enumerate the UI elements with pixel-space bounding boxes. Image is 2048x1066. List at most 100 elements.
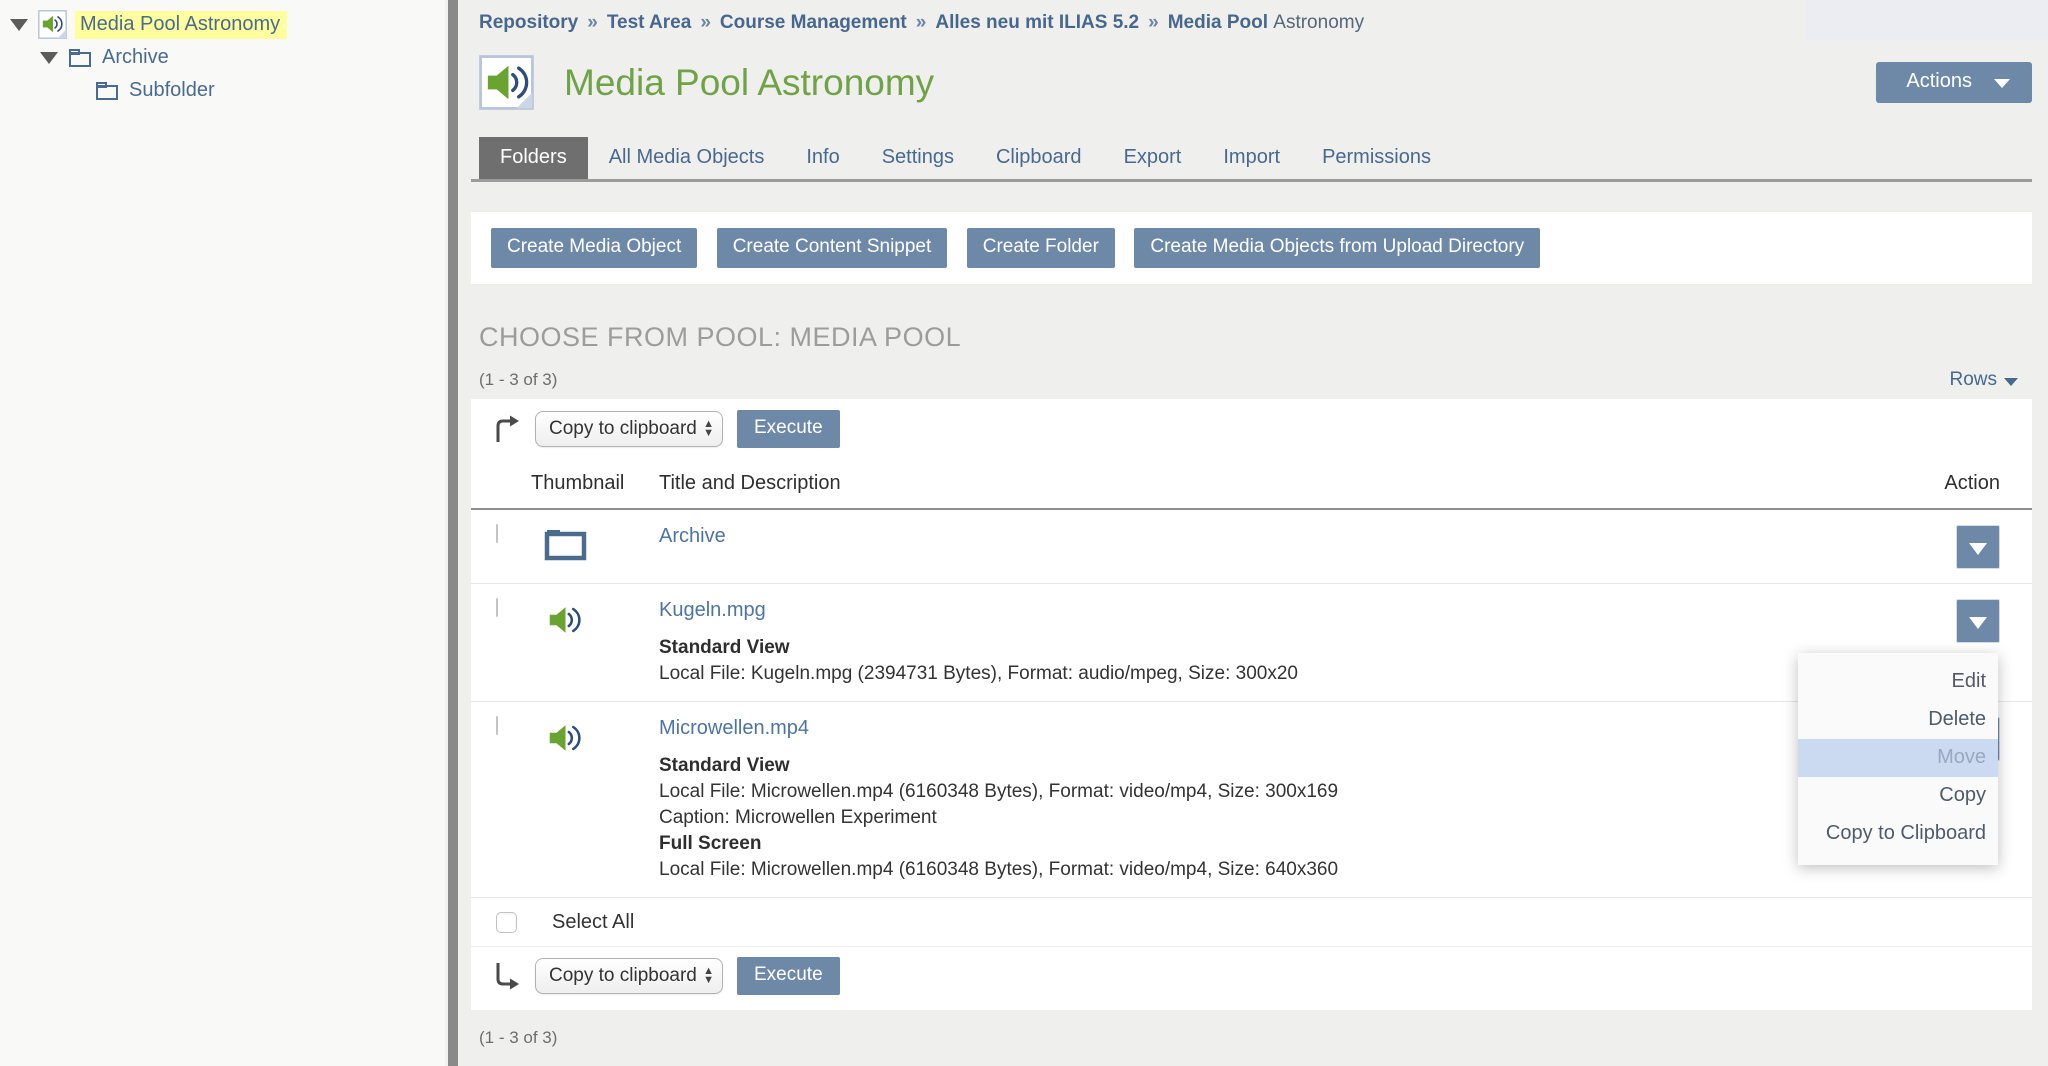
breadcrumb-separator: » — [1148, 12, 1159, 33]
arrow-up-right-icon — [491, 413, 521, 445]
tree-collapse-caret-icon[interactable] — [40, 52, 58, 64]
tree-item-label[interactable]: Subfolder — [129, 79, 215, 102]
media-pool-icon — [38, 10, 67, 39]
tab-import[interactable]: Import — [1202, 137, 1301, 179]
header-strip — [1806, 0, 2048, 40]
breadcrumb-current: Astronomy — [1273, 12, 1364, 33]
tab-clipboard[interactable]: Clipboard — [975, 137, 1103, 179]
bulk-action-select-value: Copy to clipboard — [549, 418, 697, 440]
breadcrumb-link[interactable]: Test Area — [607, 12, 691, 33]
create-folder-button[interactable]: Create Folder — [967, 228, 1115, 268]
breadcrumb-current-bold: Media Pool — [1168, 12, 1268, 33]
execute-button[interactable]: Execute — [737, 410, 840, 448]
menu-item-copy[interactable]: Copy — [1798, 777, 1998, 815]
folder-icon — [543, 525, 588, 562]
breadcrumb-link[interactable]: Repository — [479, 12, 578, 33]
row-details: Standard View Local File: Kugeln.mpg (23… — [659, 635, 1908, 687]
bulk-actions-bottom: Copy to clipboard ▲▼ Execute — [471, 947, 2032, 1010]
folder-icon — [68, 47, 93, 69]
tree-collapse-caret-icon[interactable] — [10, 19, 28, 31]
menu-item-delete[interactable]: Delete — [1798, 701, 1998, 739]
create-toolbar: Create Media Object Create Content Snipp… — [471, 212, 2032, 284]
tree-item-subfolder[interactable]: Subfolder — [0, 74, 445, 107]
bulk-action-select[interactable]: Copy to clipboard ▲▼ — [535, 411, 723, 447]
select-stepper-icon: ▲▼ — [703, 420, 714, 438]
media-object-icon — [541, 717, 587, 759]
menu-item-move[interactable]: Move — [1798, 739, 1998, 777]
row-title-link[interactable]: Microwellen.mp4 — [659, 717, 809, 740]
media-pool-icon — [479, 55, 534, 110]
page-header: Media Pool Astronomy Actions — [479, 55, 2032, 110]
chevron-down-icon — [1994, 79, 2010, 88]
tab-info[interactable]: Info — [785, 137, 860, 179]
breadcrumb: Repository » Test Area » Course Management » A… — [479, 12, 2032, 34]
actions-button-label: Actions — [1906, 70, 1972, 93]
select-all-checkbox[interactable] — [496, 912, 517, 933]
detail-line: Local File: Microwellen.mp4 (6160348 Byt… — [659, 779, 1908, 805]
row-title-link[interactable]: Archive — [659, 525, 726, 548]
tree-item-label[interactable]: Media Pool Astronomy — [75, 11, 287, 39]
repository-tree: Media Pool Astronomy Archive Subfolder — [0, 0, 445, 1066]
tab-permissions[interactable]: Permissions — [1301, 137, 1452, 179]
create-media-object-button[interactable]: Create Media Object — [491, 228, 697, 268]
pool-table: Copy to clipboard ▲▼ Execute Thumbnail T… — [471, 399, 2032, 1010]
detail-line: Standard View — [659, 635, 1908, 661]
detail-line: Standard View — [659, 753, 1908, 779]
rows-menu[interactable]: Rows — [1949, 369, 2018, 391]
tab-settings[interactable]: Settings — [861, 137, 975, 179]
result-range: (1 - 3 of 3) — [479, 370, 1949, 390]
column-thumbnail: Thumbnail — [531, 472, 659, 495]
tab-bar: Folders All Media Objects Info Settings … — [471, 137, 2032, 182]
detail-line: Local File: Kugeln.mpg (2394731 Bytes), … — [659, 661, 1908, 687]
breadcrumb-separator: » — [700, 12, 711, 33]
tree-scrollbar-thumb[interactable] — [448, 0, 458, 1066]
arrow-down-right-icon — [491, 960, 521, 992]
rows-menu-label: Rows — [1949, 369, 1997, 391]
chevron-down-icon — [1969, 617, 1987, 629]
breadcrumb-link[interactable]: Course Management — [720, 12, 907, 33]
create-content-snippet-button[interactable]: Create Content Snippet — [717, 228, 948, 268]
action-context-menu: Edit Delete Move Copy Copy to Clipboard — [1798, 653, 1998, 865]
tree-scrollbar[interactable] — [445, 0, 459, 1066]
detail-line: Local File: Microwellen.mp4 (6160348 Byt… — [659, 857, 1908, 883]
menu-item-copy-to-clipboard[interactable]: Copy to Clipboard — [1798, 815, 1998, 853]
breadcrumb-separator: » — [587, 12, 598, 33]
tab-all-media-objects[interactable]: All Media Objects — [588, 137, 786, 179]
breadcrumb-link[interactable]: Alles neu mit ILIAS 5.2 — [935, 12, 1139, 33]
select-all-row: Select All — [471, 898, 2032, 947]
row-details: Standard View Local File: Microwellen.mp… — [659, 753, 1908, 883]
tree-item-archive[interactable]: Archive — [0, 41, 445, 74]
table-header-row: Thumbnail Title and Description Action — [471, 457, 2032, 510]
main-content: Repository » Test Area » Course Management » A… — [459, 0, 2048, 1066]
select-stepper-icon: ▲▼ — [703, 967, 714, 985]
table-row: Archive — [471, 510, 2032, 584]
row-action-button[interactable] — [1956, 525, 2000, 569]
select-all-label: Select All — [552, 911, 634, 934]
row-checkbox[interactable] — [496, 716, 498, 735]
detail-line: Full Screen — [659, 831, 1908, 857]
page-title: Media Pool Astronomy — [564, 62, 1876, 104]
row-action-button[interactable] — [1956, 599, 2000, 643]
execute-button[interactable]: Execute — [737, 957, 840, 995]
row-title-link[interactable]: Kugeln.mpg — [659, 599, 766, 622]
tree-item-label[interactable]: Archive — [102, 46, 169, 69]
pool-section-heading: CHOOSE FROM POOL: MEDIA POOL — [479, 322, 2032, 353]
tab-export[interactable]: Export — [1103, 137, 1203, 179]
application-window: Media Pool Astronomy Archive Subfolder R… — [0, 0, 2048, 1066]
tree-item-media-pool[interactable]: Media Pool Astronomy — [0, 8, 445, 41]
menu-item-edit[interactable]: Edit — [1798, 663, 1998, 701]
bulk-action-select[interactable]: Copy to clipboard ▲▼ — [535, 958, 723, 994]
create-from-upload-directory-button[interactable]: Create Media Objects from Upload Directo… — [1134, 228, 1540, 268]
table-row: Kugeln.mpg Standard View Local File: Kug… — [471, 584, 2032, 702]
row-checkbox[interactable] — [496, 524, 498, 543]
tab-folders[interactable]: Folders — [479, 137, 588, 179]
column-title-description: Title and Description — [659, 472, 1908, 495]
folder-icon — [95, 80, 120, 102]
detail-line: Caption: Microwellen Experiment — [659, 805, 1908, 831]
row-checkbox[interactable] — [496, 598, 498, 617]
breadcrumb-separator: » — [916, 12, 927, 33]
chevron-down-icon — [2004, 378, 2018, 386]
column-action: Action — [1908, 472, 2000, 495]
actions-button[interactable]: Actions — [1876, 62, 2032, 103]
result-range-bottom: (1 - 3 of 3) — [479, 1028, 2032, 1048]
